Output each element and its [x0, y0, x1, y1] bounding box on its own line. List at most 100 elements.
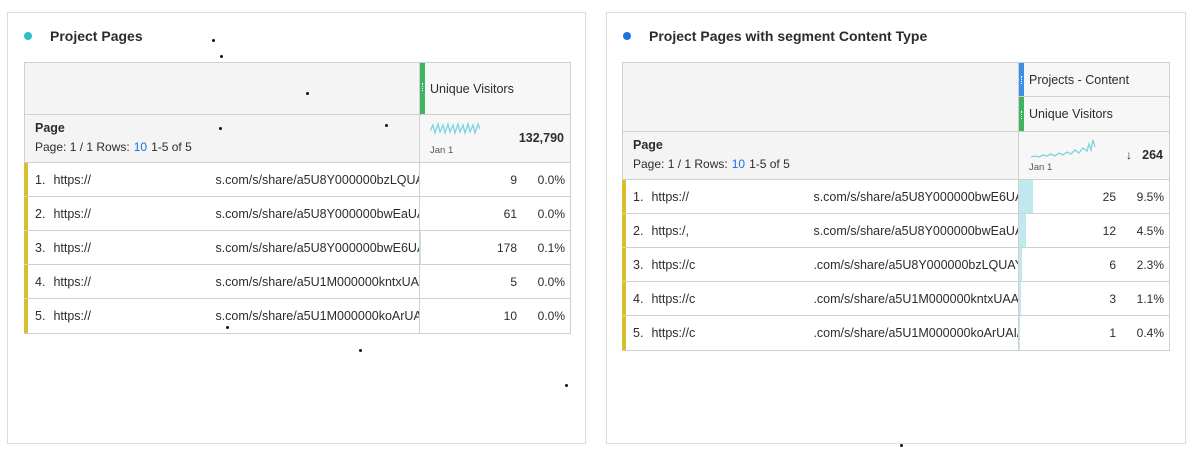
sparkline-date: Jan 1 [430, 145, 454, 156]
speck [226, 326, 229, 329]
row-range: 1-5 of 5 [151, 140, 192, 154]
page-url-cell[interactable]: 3. https://c .com/s/share/a5U8Y000000bzLQU… [623, 248, 1019, 281]
metric-total: 264 [1142, 148, 1163, 162]
row-number: 3. [633, 257, 644, 272]
page-url-cell[interactable]: 1. https:// s.com/s/share/a5U8Y000000bzLQU… [25, 163, 420, 196]
page-url-cell[interactable]: 5. https://c .com/s/share/a5U1M000000koArU… [623, 316, 1019, 350]
value-bar [1019, 316, 1020, 350]
value-bar [1019, 180, 1034, 213]
row-number: 5. [35, 309, 46, 323]
value-bar [1019, 214, 1026, 247]
pagination: Page: 1 / 1 Rows: 10 1-5 of 5 [633, 157, 1018, 171]
table-row[interactable]: 3. https:// s.com/s/share/a5U8Y000000bwE6U… [24, 231, 570, 265]
row-number: 1. [35, 172, 46, 187]
drag-handle-icon[interactable] [1019, 97, 1024, 131]
row-number: 5. [633, 326, 644, 340]
metric-percent: 0.0% [537, 172, 565, 187]
dimension-header: Page Page: 1 / 1 Rows: 10 1-5 of 5 [25, 115, 420, 162]
table-row[interactable]: 4. https://c .com/s/share/a5U1M000000kntxU… [622, 282, 1169, 316]
metric-value-cell[interactable]: 12 4.5% [1019, 214, 1169, 247]
metric-unique-visitors[interactable]: Unique Visitors [420, 63, 570, 114]
metric-count: 25 [1102, 189, 1116, 204]
page-url-cell[interactable]: 2. https:// s.com/s/share/a5U8Y000000bwEaU… [25, 197, 420, 230]
rows-per-page-select[interactable]: 10 [732, 157, 745, 171]
metric-percent: 0.0% [537, 274, 565, 289]
dimension-name[interactable]: Page [633, 138, 1018, 152]
panel-title[interactable]: Project Pages with segment Content Type [623, 28, 927, 44]
speck [306, 92, 309, 95]
url-protocol: https:// [53, 274, 91, 289]
page-url-cell[interactable]: 3. https:// s.com/s/share/a5U8Y000000bwE6U… [25, 231, 420, 264]
rows-per-page-select[interactable]: 10 [134, 140, 147, 154]
speck [900, 444, 903, 447]
table-row[interactable]: 1. https:// s.com/s/share/a5U8Y000000bzLQU… [24, 163, 570, 197]
page-url-cell[interactable]: 5. https:// s.com/s/share/a5U1M000000koArU… [25, 299, 420, 333]
row-number: 2. [35, 206, 46, 221]
table-header: Unique Visitors [25, 63, 570, 115]
table-row[interactable]: 3. https://c .com/s/share/a5U8Y000000bzLQU… [622, 248, 1169, 282]
page-url-cell[interactable]: 2. https:/, s.com/s/share/a5U8Y000000bwEaU… [623, 214, 1019, 247]
url-protocol: https://c [651, 257, 696, 272]
metric-count: 178 [496, 240, 517, 255]
sparkline-icon[interactable] [430, 121, 480, 139]
metric-value-cell[interactable]: 6 2.3% [1019, 248, 1169, 281]
page-url-cell[interactable]: 4. https://c .com/s/share/a5U1M000000kntxU… [623, 282, 1019, 315]
table-row[interactable]: 5. https:// s.com/s/share/a5U1M000000koArU… [24, 299, 570, 333]
metric-value-cell[interactable]: 9 0.0% [420, 163, 570, 196]
page-url-cell[interactable]: 1. https:// s.com/s/share/a5U8Y000000bwE6U… [623, 180, 1019, 213]
title-dot-icon [623, 32, 631, 40]
speck [220, 55, 223, 58]
table-row[interactable]: 1. https:// s.com/s/share/a5U8Y000000bwE6U… [622, 180, 1169, 214]
table-row[interactable]: 5. https://c .com/s/share/a5U1M000000koArU… [622, 316, 1169, 350]
table-body: 1. https:// s.com/s/share/a5U8Y000000bzLQU… [24, 163, 570, 333]
url-protocol: https:// [651, 189, 689, 204]
table-row[interactable]: 4. https:// s.com/s/share/a5U1M000000kntxU… [24, 265, 570, 299]
table-row[interactable]: 2. https:// s.com/s/share/a5U8Y000000bwEaU… [24, 197, 570, 231]
header-spacer [623, 63, 1019, 131]
row-number: 1. [633, 189, 644, 204]
metric-value-cell[interactable]: 1 0.4% [1019, 316, 1169, 350]
url-path: s.com/s/share/a5U1M000000kntxUAA/us [215, 274, 420, 289]
speck [359, 349, 362, 352]
metric-value-cell[interactable]: 10 0.0% [420, 299, 570, 333]
metric-value-cell[interactable]: 3 1.1% [1019, 282, 1169, 315]
url-path: .com/s/share/a5U1M000000koArUAI/sim [813, 326, 1019, 340]
drag-handle-icon[interactable] [1019, 63, 1024, 96]
table-row[interactable]: 2. https:/, s.com/s/share/a5U8Y000000bwEaU… [622, 214, 1169, 248]
panel-title-text: Project Pages with segment Content Type [649, 28, 928, 44]
panel-title-text: Project Pages [50, 28, 143, 44]
segment-projects-content[interactable]: Projects - Content [1019, 63, 1169, 97]
metric-value-cell[interactable]: 178 0.1% [420, 231, 570, 264]
metric-percent: 1.1% [1136, 291, 1164, 306]
row-number: 4. [633, 291, 644, 306]
url-path: s.com/s/share/a5U8Y000000bwEaUAI/m [215, 206, 420, 221]
metric-column-header: Projects - Content Unique Visitors [1019, 63, 1169, 131]
panel-title[interactable]: Project Pages [24, 28, 143, 44]
row-range: 1-5 of 5 [749, 157, 790, 171]
metric-count: 5 [510, 274, 517, 289]
url-protocol: https:// [53, 309, 91, 323]
sparkline-date: Jan 1 [1029, 162, 1053, 173]
url-path: s.com/s/share/a5U8Y000000bwE6UAI/ma [813, 189, 1018, 204]
metric-unique-visitors[interactable]: Unique Visitors [1019, 97, 1169, 131]
metric-value-cell[interactable]: 61 0.0% [420, 197, 570, 230]
sparkline-icon[interactable] [1031, 138, 1097, 160]
url-protocol: https://c [651, 291, 696, 306]
page-url-cell[interactable]: 4. https:// s.com/s/share/a5U1M000000kntxU… [25, 265, 420, 298]
freeform-table-panel-project-pages: Project Pages Unique Visitors Page Page:… [7, 12, 586, 444]
metric-total: 132,790 [518, 131, 564, 145]
url-protocol: https:/, [651, 223, 689, 238]
metric-column-header: Unique Visitors [420, 63, 570, 114]
title-dot-icon [24, 32, 32, 40]
metric-value-cell[interactable]: 5 0.0% [420, 265, 570, 298]
arrow-down-icon[interactable]: ↓ [1126, 148, 1132, 162]
drag-handle-icon[interactable] [420, 63, 425, 114]
segment-label: Projects - Content [1029, 72, 1130, 87]
metric-percent: 0.1% [537, 240, 565, 255]
metric-value-cell[interactable]: 25 9.5% [1019, 180, 1169, 213]
value-bar [1019, 282, 1021, 315]
metric-label: Unique Visitors [1029, 107, 1113, 121]
dimension-name[interactable]: Page [35, 121, 419, 135]
metric-percent: 0.4% [1136, 326, 1164, 340]
speck [385, 124, 388, 127]
